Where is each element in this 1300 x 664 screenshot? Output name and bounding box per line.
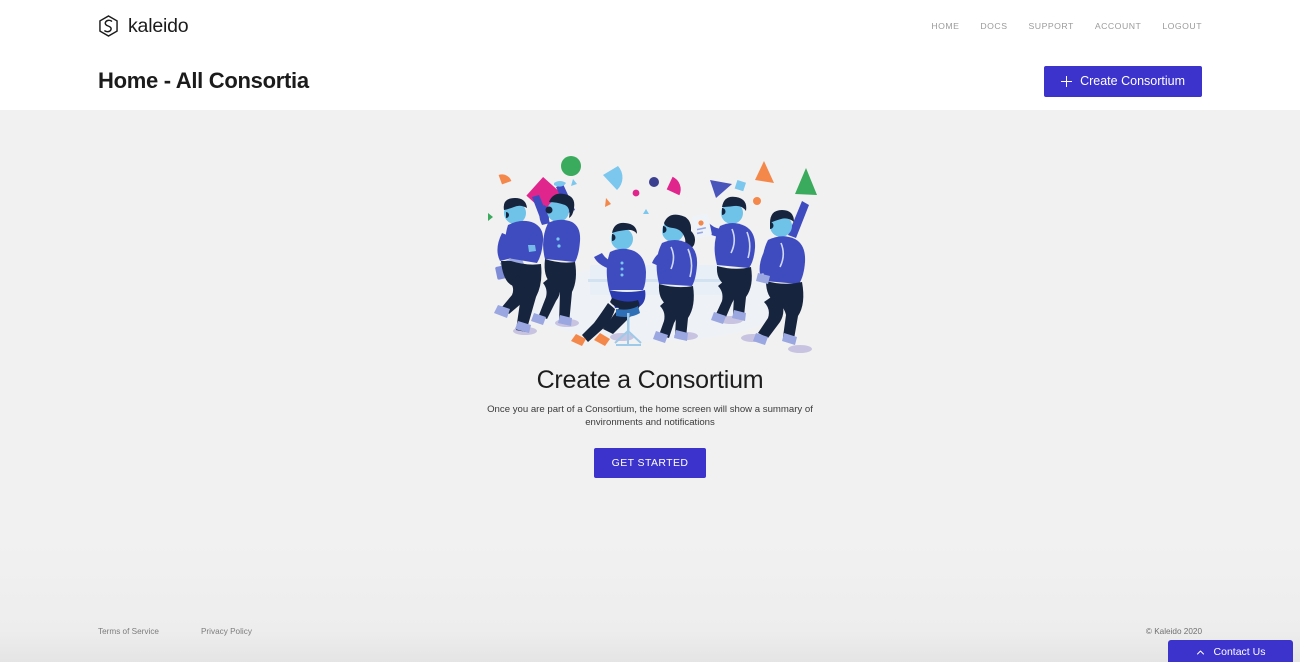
create-consortium-label: Create Consortium: [1080, 74, 1185, 88]
nav-links: HOME DOCS SUPPORT ACCOUNT LOGOUT: [931, 21, 1202, 31]
nav-item-docs[interactable]: DOCS: [980, 21, 1007, 31]
nav-item-account[interactable]: ACCOUNT: [1095, 21, 1141, 31]
empty-state-description: Once you are part of a Consortium, the h…: [487, 404, 813, 428]
top-navigation-bar: kaleido HOME DOCS SUPPORT ACCOUNT LOGOUT: [0, 0, 1300, 52]
nav-item-logout[interactable]: LOGOUT: [1162, 21, 1202, 31]
copyright-text: © Kaleido 2020: [1145, 626, 1202, 636]
nav-item-home[interactable]: HOME: [931, 21, 959, 31]
get-started-button[interactable]: GET STARTED: [593, 448, 707, 478]
footer: Terms of Service Privacy Policy © Kaleid…: [0, 620, 1300, 642]
empty-state-title: Create a Consortium: [536, 366, 764, 394]
contact-us-label: Contact Us: [1213, 646, 1266, 658]
main-content: Create a Consortium Once you are part of…: [0, 110, 1300, 664]
nav-item-support[interactable]: SUPPORT: [1029, 21, 1074, 31]
page-header: Home - All Consortia Create Consortium: [0, 52, 1300, 110]
footer-link-privacy-policy[interactable]: Privacy Policy: [201, 627, 252, 636]
page-title: Home - All Consortia: [98, 68, 309, 93]
chevron-up-icon: [1196, 648, 1205, 657]
footer-link-terms-of-service[interactable]: Terms of Service: [98, 627, 159, 636]
people-celebrating-illustration: [470, 153, 830, 358]
kaleido-hex-logo-icon: [98, 15, 119, 37]
plus-icon: [1061, 75, 1073, 87]
brand-logo-link[interactable]: kaleido: [98, 14, 189, 38]
contact-us-tab[interactable]: Contact Us: [1168, 640, 1293, 664]
brand-name: kaleido: [128, 14, 189, 37]
create-consortium-button[interactable]: Create Consortium: [1044, 65, 1202, 97]
app-window: kaleido HOME DOCS SUPPORT ACCOUNT LOGOUT…: [0, 0, 1300, 664]
